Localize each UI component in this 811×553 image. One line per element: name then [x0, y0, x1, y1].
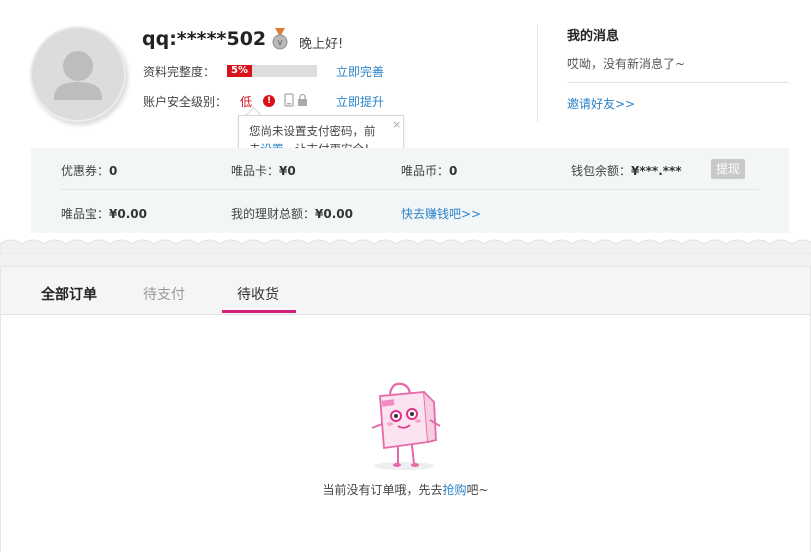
tab-pending-delivery[interactable]: 待收货 — [237, 284, 279, 304]
security-level-label: 账户安全级别： — [143, 95, 228, 109]
earn-money-link[interactable]: 快去赚钱吧>> — [401, 205, 481, 222]
security-level-value: 低 — [240, 95, 253, 109]
coupon-label: 优惠券： — [61, 164, 110, 178]
empty-suffix: 吧~ — [466, 483, 489, 497]
coupon-item[interactable]: 优惠券：0 — [61, 162, 117, 179]
profile-completeness-label: 资料完整度： — [143, 65, 216, 79]
section-gap — [0, 254, 811, 266]
username: qq:*****502 — [142, 28, 267, 50]
medal-icon: V — [272, 28, 288, 50]
vpbao-label: 唯品宝： — [61, 207, 110, 221]
vip-card-item[interactable]: 唯品卡：¥0 — [231, 162, 296, 179]
lock-icon[interactable] — [297, 93, 308, 107]
vip-card-value: ¥0 — [279, 164, 296, 178]
avatar[interactable] — [30, 26, 126, 122]
wallet-balance-value: ¥***.*** — [631, 164, 682, 178]
wave-divider — [0, 239, 811, 254]
wallet-balance-item: 钱包余额：¥***.*** — [571, 162, 682, 179]
phone-icon[interactable] — [284, 93, 294, 107]
vpbao-item[interactable]: 唯品宝：¥0.00 — [61, 205, 147, 222]
orders-tab-bar — [0, 267, 811, 315]
svg-text:V: V — [278, 39, 283, 47]
messages-divider — [567, 82, 789, 83]
upgrade-security-link[interactable]: 立即提升 — [336, 93, 384, 110]
left-border — [0, 266, 1, 552]
account-divider — [61, 189, 759, 190]
finance-total-label: 我的理财总额： — [231, 207, 316, 221]
vip-card-label: 唯品卡： — [231, 164, 280, 178]
finance-total-item[interactable]: 我的理财总额：¥0.00 — [231, 205, 353, 222]
warning-icon[interactable]: ! — [263, 95, 275, 107]
vip-coin-value: 0 — [449, 164, 458, 178]
vip-coin-label: 唯品币： — [401, 164, 450, 178]
tab-pending-payment[interactable]: 待支付 — [143, 284, 185, 304]
profile-completeness-percent: 5% — [231, 65, 248, 76]
finance-total-value: ¥0.00 — [315, 207, 353, 221]
messages-empty-text: 哎呦，没有新消息了~ — [567, 57, 686, 71]
shopping-bag-mascot-icon — [371, 382, 441, 470]
active-tab-indicator — [222, 310, 296, 313]
vip-coin-item[interactable]: 唯品币：0 — [401, 162, 457, 179]
withdraw-button[interactable]: 提现 — [711, 159, 745, 179]
coupon-value: 0 — [109, 164, 118, 178]
tooltip-line-1: 您尚未设置支付密码，前 — [249, 124, 376, 138]
wallet-balance-label: 钱包余额： — [571, 164, 632, 178]
complete-profile-link[interactable]: 立即完善 — [336, 63, 384, 80]
vertical-divider — [537, 24, 538, 122]
vpbao-value: ¥0.00 — [109, 207, 147, 221]
user-silhouette-icon — [54, 51, 102, 100]
messages-title: 我的消息 — [567, 29, 620, 44]
greeting: 晚上好! — [299, 37, 344, 52]
go-shopping-link[interactable]: 抢购 — [442, 483, 466, 497]
orders-empty-message: 当前没有订单哦，先去抢购吧~ — [0, 481, 811, 498]
profile-completeness-bar: 5% — [227, 65, 317, 77]
empty-prefix: 当前没有订单哦，先去 — [322, 483, 443, 497]
invite-friends-link[interactable]: 邀请好友>> — [567, 95, 635, 112]
close-icon[interactable]: × — [392, 118, 401, 131]
profile-completeness-fill: 5% — [227, 65, 253, 77]
tab-all-orders[interactable]: 全部订单 — [41, 284, 97, 304]
